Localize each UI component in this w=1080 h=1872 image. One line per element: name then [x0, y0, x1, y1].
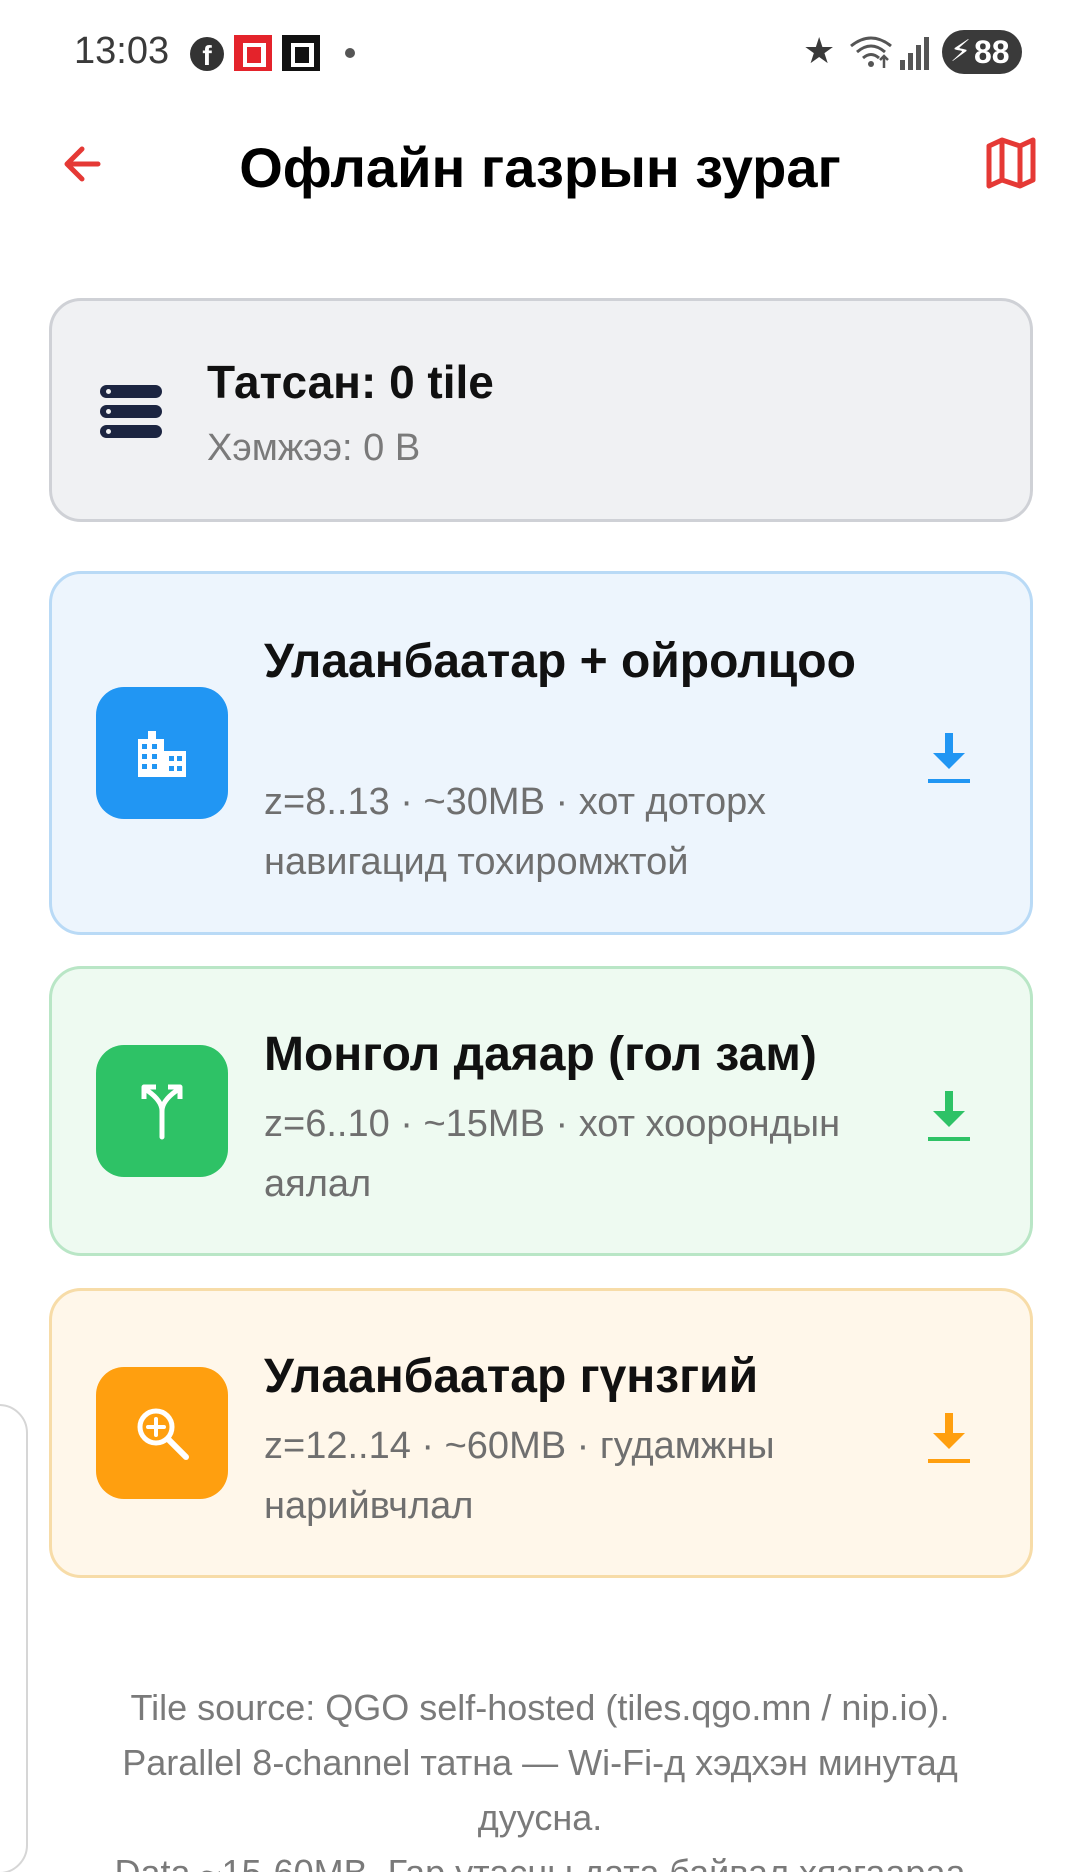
- facebook-icon: f: [190, 37, 224, 71]
- region-description: z=6..10 · ~15MB · хот хоорондын аялал: [264, 1103, 841, 1205]
- black-app-icon: [282, 35, 320, 71]
- bolt-icon: ⚡: [950, 35, 972, 68]
- zoom-in-icon: [96, 1367, 228, 1499]
- star-icon: ★: [803, 30, 836, 71]
- edge-panel-handle[interactable]: [0, 1404, 28, 1872]
- footer-note: Tile source: QGO self-hosted (tiles.qgo.…: [40, 1680, 1040, 1872]
- region-name: Монгол даяар (гол зам): [264, 1028, 817, 1081]
- region-name: Улаанбаатар + ойролцоо: [264, 635, 856, 688]
- notification-dot-icon: [345, 48, 355, 58]
- region-description: z=12..14 · ~60MB · гудамжны нарийвчлал: [264, 1425, 775, 1527]
- region-card-mongolia[interactable]: Монгол даяар (гол зам) z=6..10 · ~15MB ·…: [49, 966, 1033, 1256]
- server-storage-icon: [100, 385, 162, 439]
- road-fork-icon: [96, 1045, 228, 1177]
- app-bar: Офлайн газрын зураг: [0, 110, 1080, 220]
- downloaded-tiles-count: Татсан: 0 tile: [207, 356, 494, 408]
- region-card-ulaanbaatar-deep[interactable]: Улаанбаатар гүнзгий z=12..14 · ~60MB · г…: [49, 1288, 1033, 1578]
- download-icon[interactable]: [925, 1407, 973, 1467]
- downloaded-size: Хэмжээ: 0 B: [207, 427, 421, 469]
- status-time: 13:03: [74, 30, 170, 72]
- status-bar: 13:03 f ★ ⚡ 88: [0, 0, 1080, 104]
- footer-line: Tile source: QGO self-hosted (tiles.qgo.…: [130, 1687, 950, 1728]
- red-app-icon: [234, 35, 272, 71]
- screen: 13:03 f ★ ⚡ 88 Офлайн газрын зураг Татса…: [0, 0, 1080, 1872]
- region-description: z=8..13 · ~30MB · хот доторх навигацид т…: [264, 781, 766, 883]
- map-icon[interactable]: [984, 134, 1038, 192]
- region-name: Улаанбаатар гүнзгий: [264, 1350, 759, 1403]
- cellular-signal-icon: [900, 37, 929, 70]
- download-icon[interactable]: [925, 1085, 973, 1145]
- wifi-icon: [850, 36, 892, 68]
- region-card-ulaanbaatar[interactable]: Улаанбаатар + ойролцоо z=8..13 · ~30MB ·…: [49, 571, 1033, 935]
- city-buildings-icon: [96, 687, 228, 819]
- footer-line: Parallel 8-channel татна — Wi-Fi-д хэдхэ…: [122, 1742, 958, 1783]
- page-title: Офлайн газрын зураг: [239, 136, 841, 199]
- battery-level: 88: [974, 34, 1010, 70]
- footer-line: дуусна.: [477, 1797, 603, 1838]
- battery-charging-icon: ⚡ 88: [942, 30, 1022, 74]
- download-icon[interactable]: [925, 727, 973, 787]
- download-stats-card: Татсан: 0 tile Хэмжээ: 0 B: [49, 298, 1033, 522]
- footer-line: Data ~15-60MB. Гар утасны дата байвал хя…: [40, 1845, 1040, 1872]
